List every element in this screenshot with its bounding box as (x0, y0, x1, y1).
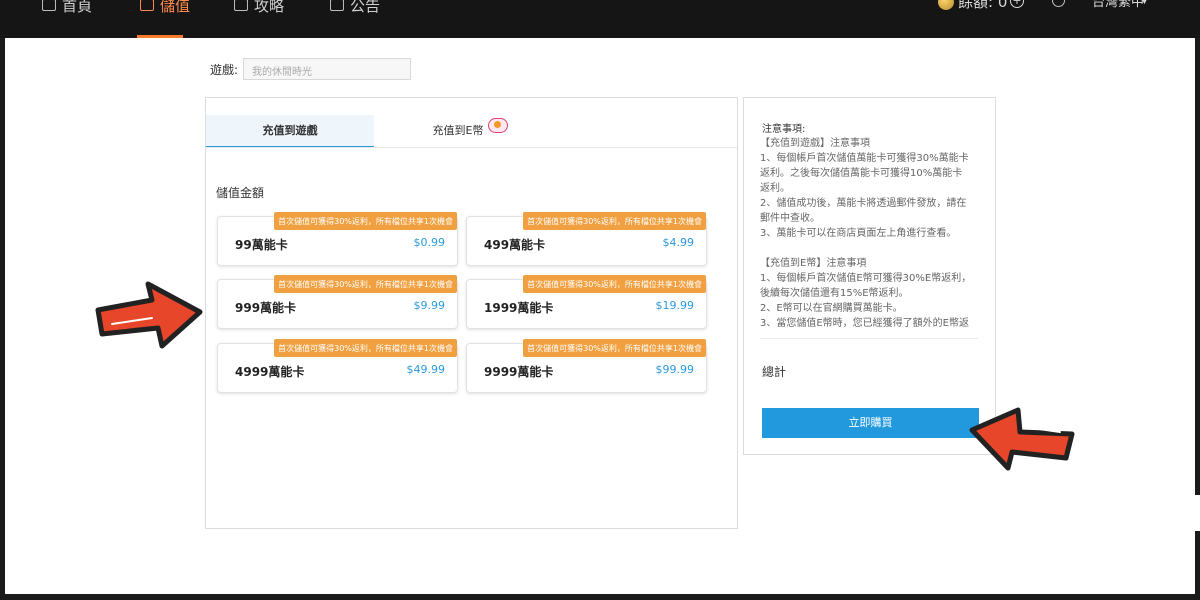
note-line: 3、萬能卡可以在商店頁面左上角進行查看。 (760, 228, 957, 239)
arrow-pointer-icon (969, 407, 1075, 471)
card-option[interactable]: 首次儲值可獲得30%返利，所有檔位共享1次機會 9999萬能卡 $99.99 (466, 339, 707, 393)
nav-item-home[interactable]: 首頁 (42, 0, 92, 16)
note-line: 【充值到遊戲】注意事項 (760, 138, 870, 149)
summary-panel: 注意事項: 【充值到遊戲】注意事項 1、每個帳戶首次儲值萬能卡可獲得30%萬能卡… (743, 97, 996, 455)
purchase-panel: 充值到遊戲 充值到E幣 儲值金額 首次儲值可獲得30%返利，所有檔位共享1次機會… (205, 97, 738, 529)
card-price: $4.99 (662, 236, 695, 249)
coin-icon (938, 0, 954, 10)
guide-icon (234, 0, 248, 11)
promo-tag: 首次儲值可獲得30%返利，所有檔位共享1次機會 (274, 339, 457, 357)
card-name: 9999萬能卡 (484, 365, 554, 379)
card-option[interactable]: 首次儲值可獲得30%返利，所有檔位共享1次機會 4999萬能卡 $49.99 (217, 339, 458, 393)
note-line: 返利。之後每次儲值萬能卡可獲得10%萬能卡 (760, 168, 963, 179)
top-nav-bar: 首頁 儲值 攻略 公告 餘額: 0 + 台灣繁中 ▼ (0, 0, 1200, 38)
nav-item-guide[interactable]: 攻略 (234, 0, 284, 16)
nav-label: 攻略 (254, 0, 285, 15)
tab-topup-game[interactable]: 充值到遊戲 (206, 115, 374, 148)
total-label: 總計 (762, 365, 787, 379)
card-name: 4999萬能卡 (235, 365, 305, 379)
buy-now-button[interactable]: 立即購買 (762, 408, 979, 438)
announcement-icon (330, 0, 344, 11)
note-line: 返利。 (760, 183, 790, 194)
card-option[interactable]: 首次儲值可獲得30%返利，所有檔位共享1次機會 99萬能卡 $0.99 (217, 212, 458, 266)
nav-label: 公告 (350, 0, 381, 15)
card-name: 499萬能卡 (484, 238, 546, 252)
note-line: 後續每次儲值還有15%E幣返利。 (760, 288, 909, 299)
balance-text: 餘額: 0 (958, 0, 1008, 11)
nav-item-topup[interactable]: 儲值 (140, 0, 190, 16)
chevron-down-icon[interactable]: ▼ (1141, 0, 1148, 6)
note-line: 1、每個帳戶首次儲值萬能卡可獲得30%萬能卡 (760, 153, 969, 164)
note-line: 1、每個帳戶首次儲值E幣可獲得30%E幣返利， (760, 273, 972, 284)
card-price: $9.99 (413, 299, 446, 312)
nav-label: 首頁 (62, 0, 93, 15)
notes-scroll-area[interactable]: 【充值到遊戲】注意事項 1、每個帳戶首次儲值萬能卡可獲得30%萬能卡 返利。之後… (760, 136, 978, 336)
card-name: 1999萬能卡 (484, 301, 554, 315)
card-name: 99萬能卡 (235, 238, 288, 252)
promo-tag: 首次儲值可獲得30%返利，所有檔位共享1次機會 (523, 212, 706, 230)
arrow-pointer-icon (95, 281, 203, 349)
topup-icon (140, 0, 154, 11)
note-line: 郵件中查收。 (760, 213, 820, 224)
card-price: $19.99 (655, 299, 695, 312)
promo-tag: 首次儲值可獲得30%返利，所有檔位共享1次機會 (523, 275, 706, 293)
note-line: 2、儲值成功後，萬能卡將透過郵件發放，請在 (760, 198, 967, 209)
ecoin-badge-icon (488, 118, 508, 133)
card-price: $0.99 (413, 236, 446, 249)
card-name: 999萬能卡 (235, 301, 297, 315)
nav-item-announcement[interactable]: 公告 (330, 0, 380, 16)
notes-title: 注意事項: (762, 124, 806, 135)
add-balance-icon[interactable]: + (1010, 0, 1024, 8)
note-line (760, 241, 978, 256)
card-option[interactable]: 首次儲值可獲得30%返利，所有檔位共享1次機會 1999萬能卡 $19.99 (466, 275, 707, 329)
side-widget-handle[interactable] (1185, 495, 1200, 531)
card-option[interactable]: 首次儲值可獲得30%返利，所有檔位共享1次機會 999萬能卡 $9.99 (217, 275, 458, 329)
card-price: $49.99 (406, 363, 446, 376)
refresh-icon[interactable] (1052, 0, 1065, 7)
note-line: 2、E幣可以在官網購買萬能卡。 (760, 303, 903, 314)
notes-divider (760, 338, 978, 339)
home-icon (42, 0, 56, 11)
card-price: $99.99 (655, 363, 695, 376)
promo-tag: 首次儲值可獲得30%返利，所有檔位共享1次機會 (274, 212, 457, 230)
game-label: 遊戲: (210, 63, 239, 77)
promo-tag: 首次儲值可獲得30%返利，所有檔位共享1次機會 (274, 275, 457, 293)
nav-label: 儲值 (160, 0, 191, 15)
promo-tag: 首次儲值可獲得30%返利，所有檔位共享1次機會 (523, 339, 706, 357)
note-line: 3、當您儲值E幣時，您已經獲得了額外的E幣返 (760, 318, 969, 329)
note-line: 【充值到E幣】注意事項 (760, 258, 867, 269)
region-selector[interactable]: 台灣繁中 (1092, 0, 1144, 10)
tabs-divider (206, 147, 737, 148)
game-select[interactable]: 我的休閒時光 (243, 58, 411, 80)
card-option[interactable]: 首次儲值可獲得30%返利，所有檔位共享1次機會 499萬能卡 $4.99 (466, 212, 707, 266)
tab-topup-ecoin[interactable]: 充值到E幣 (374, 115, 542, 146)
section-title: 儲值金額 (216, 186, 265, 200)
